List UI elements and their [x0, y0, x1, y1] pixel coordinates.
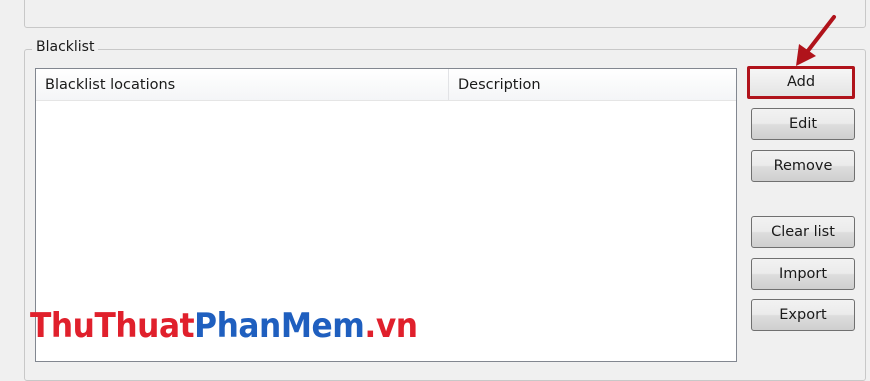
remove-button[interactable]: Remove [751, 150, 855, 182]
watermark-part-3: .vn [364, 306, 418, 346]
add-button[interactable]: Add [747, 66, 855, 99]
watermark-part-1: ThuThuat [30, 306, 195, 346]
import-button[interactable]: Import [751, 258, 855, 290]
export-button[interactable]: Export [751, 299, 855, 331]
column-header-blacklist-locations[interactable]: Blacklist locations [36, 69, 449, 100]
upper-panel [24, 0, 866, 28]
clear-list-button[interactable]: Clear list [751, 216, 855, 248]
column-header-description[interactable]: Description [449, 69, 736, 100]
watermark-part-2: PhanMem [194, 306, 365, 346]
list-header: Blacklist locations Description [36, 69, 736, 101]
annotation-arrow-icon [796, 15, 836, 66]
edit-button[interactable]: Edit [751, 108, 855, 140]
blacklist-groupbox-title: Blacklist [32, 38, 99, 56]
watermark-logo: ThuThuatPhanMem.vn [30, 306, 418, 346]
